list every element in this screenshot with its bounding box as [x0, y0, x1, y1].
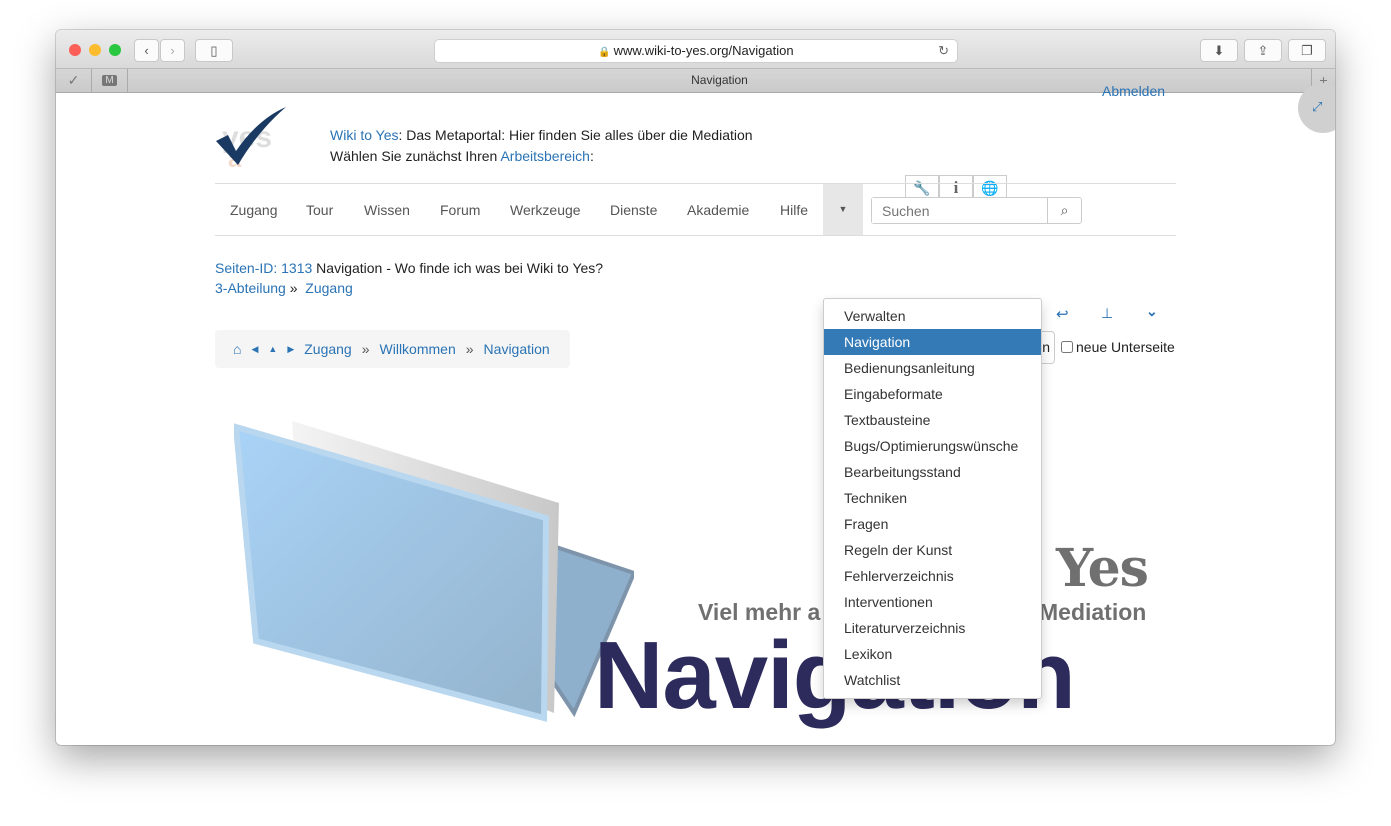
new-subpage-checkbox[interactable]: [1061, 341, 1073, 353]
dropdown-item-fehlerverzeichnis[interactable]: Fehlerverzeichnis: [824, 563, 1041, 589]
breadcrumb-zugang[interactable]: Zugang: [304, 341, 351, 357]
nav-forum[interactable]: Forum: [440, 202, 480, 218]
logout-link[interactable]: Abmelden: [1102, 83, 1165, 99]
more-options-button[interactable]: ⌄: [1146, 303, 1158, 320]
search-input[interactable]: [872, 198, 1047, 223]
close-window-button[interactable]: [69, 44, 81, 56]
minimize-window-button[interactable]: [89, 44, 101, 56]
chevron-right-icon: ›: [170, 43, 175, 58]
pinned-tab-check[interactable]: ✓: [56, 69, 92, 92]
nav-akademie[interactable]: Akademie: [687, 202, 749, 218]
new-subpage-option[interactable]: neue Unterseite: [1061, 339, 1175, 355]
page-breadcrumb: ⌂ ◀ ▲ ▶ Zugang » Willkommen » Navigation: [215, 330, 570, 368]
zugang-link[interactable]: Zugang: [305, 280, 352, 296]
nav-dienste[interactable]: Dienste: [610, 202, 657, 218]
caret-down-icon: ▼: [838, 204, 848, 214]
site-logo: yes a: [216, 107, 286, 167]
reply-icon: ↩: [1056, 306, 1069, 323]
dropdown-item-navigation[interactable]: Navigation: [824, 329, 1041, 355]
sitemap-button[interactable]: ⊥: [1101, 305, 1113, 322]
tagline: : Das Metaportal: Hier finden Sie alles …: [398, 127, 753, 143]
sidebar-button[interactable]: ▯: [195, 39, 233, 62]
more-dropdown-toggle[interactable]: ▼: [823, 184, 863, 235]
dropdown-item-lexikon[interactable]: Lexikon: [824, 641, 1041, 667]
lock-icon: 🔒: [598, 47, 614, 58]
dropdown-item-regeln-der-kunst[interactable]: Regeln der Kunst: [824, 537, 1041, 563]
new-subpage-label: neue Unterseite: [1076, 339, 1175, 355]
more-dropdown-menu: Verwalten Navigation Bedienungsanleitung Ei…: [823, 298, 1042, 699]
share-icon: ⇪: [1257, 42, 1269, 58]
dropdown-item-bedienungsanleitung[interactable]: Bedienungsanleitung: [824, 355, 1041, 381]
tabs-overview-button[interactable]: ❐: [1288, 39, 1326, 62]
previous-icon[interactable]: ◀: [251, 344, 258, 355]
page-title: Navigation - Wo finde ich was bei Wiki t…: [312, 260, 604, 276]
expand-icon: ⤢: [1312, 99, 1323, 114]
dropdown-item-verwalten[interactable]: Verwalten: [824, 303, 1041, 329]
dropdown-item-eingabeformate[interactable]: Eingabeformate: [824, 381, 1041, 407]
pinned-tab-label: M: [102, 75, 117, 86]
search-box: ⌕: [871, 197, 1082, 224]
url-text: www.wiki-to-yes.org/Navigation: [613, 43, 794, 58]
breadcrumb-willkommen[interactable]: Willkommen: [380, 341, 456, 357]
subpage-input-text: n: [1042, 339, 1050, 355]
nav-wissen[interactable]: Wissen: [364, 202, 410, 218]
dropdown-item-techniken[interactable]: Techniken: [824, 485, 1041, 511]
line2-suffix: :: [589, 148, 594, 164]
site-link[interactable]: Wiki to Yes: [330, 127, 398, 143]
chevron-down-icon: ⌄: [1146, 303, 1158, 319]
reload-icon[interactable]: ↻: [938, 40, 949, 62]
breadcrumb-separator: »: [361, 341, 370, 357]
search-button[interactable]: ⌕: [1047, 198, 1081, 223]
back-button[interactable]: ‹: [134, 39, 159, 62]
search-icon: ⌕: [1060, 202, 1069, 218]
banner-yes: Yes: [1056, 538, 1149, 599]
dropdown-item-interventionen[interactable]: Interventionen: [824, 589, 1041, 615]
pinned-tab-m[interactable]: M: [92, 69, 128, 92]
dropdown-item-literaturverzeichnis[interactable]: Literaturverzeichnis: [824, 615, 1041, 641]
nav-tour[interactable]: Tour: [306, 202, 333, 218]
dropdown-item-watchlist[interactable]: Watchlist: [824, 667, 1041, 693]
share-button[interactable]: ⇪: [1244, 39, 1282, 62]
fullscreen-toggle[interactable]: ⤢: [1298, 83, 1335, 133]
chevron-left-icon: ‹: [144, 43, 149, 58]
main-nav: Zugang Tour Wissen Forum Werkzeuge Diens…: [215, 183, 1176, 236]
next-icon[interactable]: ▶: [287, 344, 294, 355]
checkmark-icon: ✓: [67, 72, 80, 88]
header-intro: Wiki to Yes: Das Metaportal: Hier finden…: [330, 125, 753, 167]
sidebar-icon: ▯: [210, 42, 218, 58]
sitemap-icon: ⊥: [1101, 305, 1114, 321]
work-area-link[interactable]: Arbeitsbereich: [500, 148, 590, 164]
breadcrumb-separator: »: [465, 341, 474, 357]
crumb-separator: »: [289, 280, 298, 296]
page-content: Abmelden ⤢ yes a Wiki to Yes: Das Metapo…: [56, 83, 1335, 745]
download-icon: ⬇: [1213, 42, 1225, 58]
folder-illustration: [234, 421, 634, 722]
browser-window: ‹ › ▯ 🔒 www.wiki-to-yes.org/Navigation ↻ …: [56, 30, 1335, 745]
dropdown-item-bugs-optimierungswünsche[interactable]: Bugs/Optimierungswünsche: [824, 433, 1041, 459]
up-icon[interactable]: ▲: [268, 344, 277, 354]
tabs-icon: ❐: [1301, 42, 1313, 58]
dropdown-item-fragen[interactable]: Fragen: [824, 511, 1041, 537]
breadcrumb-navigation[interactable]: Navigation: [484, 341, 550, 357]
tab-title: Navigation: [691, 73, 748, 87]
downloads-button[interactable]: ⬇: [1200, 39, 1238, 62]
zoom-window-button[interactable]: [109, 44, 121, 56]
forward-button[interactable]: ›: [160, 39, 185, 62]
department-link[interactable]: 3-Abteilung: [215, 280, 286, 296]
browser-toolbar: ‹ › ▯ 🔒 www.wiki-to-yes.org/Navigation ↻ …: [56, 30, 1335, 69]
nav-zugang[interactable]: Zugang: [230, 202, 277, 218]
nav-hilfe[interactable]: Hilfe: [780, 202, 808, 218]
line2-text: Wählen Sie zunächst Ihren: [330, 148, 501, 164]
home-icon[interactable]: ⌂: [233, 341, 241, 357]
page-id-link[interactable]: Seiten-ID: 1313: [215, 260, 312, 276]
dropdown-item-bearbeitungsstand[interactable]: Bearbeitungsstand: [824, 459, 1041, 485]
nav-werkzeuge[interactable]: Werkzeuge: [510, 202, 581, 218]
dropdown-item-textbausteine[interactable]: Textbausteine: [824, 407, 1041, 433]
address-bar[interactable]: 🔒 www.wiki-to-yes.org/Navigation ↻: [434, 39, 958, 63]
reply-button[interactable]: ↩: [1056, 305, 1069, 323]
page-header: Seiten-ID: 1313 Navigation - Wo finde ic…: [215, 258, 603, 298]
